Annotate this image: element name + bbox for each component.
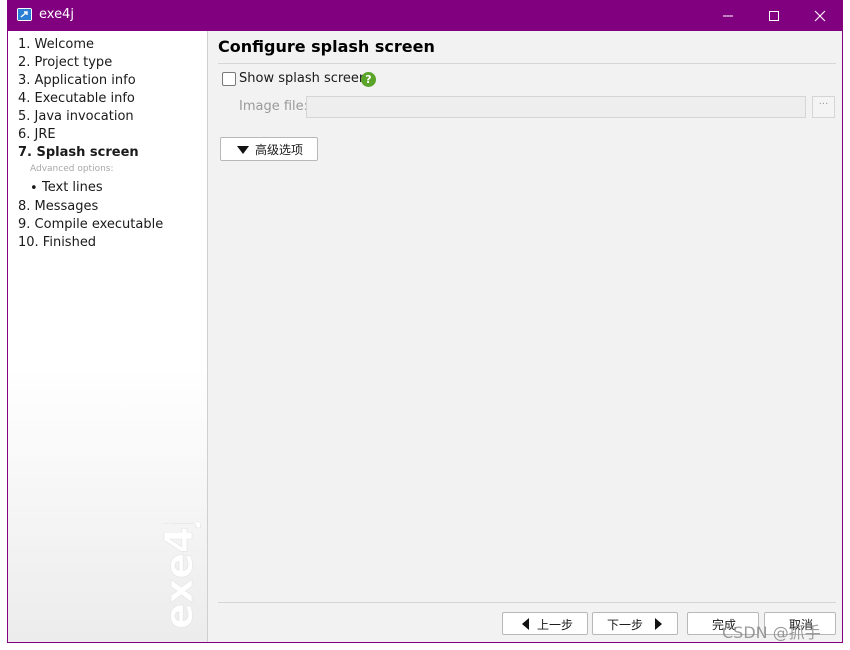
image-file-label: Image file: <box>239 99 309 114</box>
advanced-options-button[interactable]: 高级选项 <box>220 137 318 161</box>
step-text-lines[interactable]: Text lines <box>42 180 103 195</box>
advanced-options-label: 高级选项 <box>255 143 304 157</box>
maximize-button[interactable] <box>751 0 797 31</box>
wizard-steps-sidebar: 1. Welcome 2. Project type 3. Applicatio… <box>8 31 208 642</box>
help-icon[interactable]: ? <box>361 72 376 87</box>
exe4j-watermark-logo: exe4j <box>157 523 202 629</box>
step-jre[interactable]: 6. JRE <box>18 127 56 142</box>
triangle-down-icon <box>237 146 249 154</box>
show-splash-checkbox[interactable] <box>222 72 236 86</box>
show-splash-label[interactable]: Show splash screen <box>239 71 367 86</box>
title-bar[interactable]: exe4j <box>7 0 843 31</box>
step-project-type[interactable]: 2. Project type <box>18 55 112 70</box>
app-window: exe4j 1. Welcome 2. Project type 3. Appl… <box>7 0 843 643</box>
step-java-invocation[interactable]: 5. Java invocation <box>18 109 134 124</box>
bullet-icon: • <box>30 181 38 196</box>
back-button[interactable]: 上一步 <box>502 612 588 635</box>
wizard-client-area: 1. Welcome 2. Project type 3. Applicatio… <box>8 31 842 642</box>
csdn-watermark: CSDN @抓手 <box>722 623 821 642</box>
close-button[interactable] <box>797 0 843 31</box>
next-button[interactable]: 下一步 <box>592 612 678 635</box>
step-executable-info[interactable]: 4. Executable info <box>18 91 135 106</box>
minimize-icon <box>723 15 733 17</box>
title-separator <box>218 63 836 64</box>
step-application-info[interactable]: 3. Application info <box>18 73 136 88</box>
step-finished[interactable]: 10. Finished <box>18 235 96 250</box>
page-title: Configure splash screen <box>218 37 435 56</box>
exe4j-app-icon <box>17 8 32 21</box>
arrow-right-icon <box>655 618 662 630</box>
footer-separator <box>218 602 836 603</box>
close-icon <box>814 10 826 22</box>
window-title: exe4j <box>39 7 74 22</box>
next-label: 下一步 <box>607 618 644 632</box>
arrow-left-icon <box>522 618 529 630</box>
step-compile-executable[interactable]: 9. Compile executable <box>18 217 163 232</box>
minimize-button[interactable] <box>705 0 751 31</box>
image-file-input[interactable] <box>306 96 806 118</box>
back-label: 上一步 <box>537 618 574 632</box>
advanced-options-label: Advanced options: <box>30 164 114 174</box>
browse-button[interactable]: ··· <box>812 96 835 118</box>
maximize-icon <box>769 11 779 21</box>
watermark-text: exe4j <box>157 523 201 629</box>
step-messages[interactable]: 8. Messages <box>18 199 98 214</box>
step-splash-screen[interactable]: 7. Splash screen <box>18 145 139 160</box>
step-welcome[interactable]: 1. Welcome <box>18 37 94 52</box>
